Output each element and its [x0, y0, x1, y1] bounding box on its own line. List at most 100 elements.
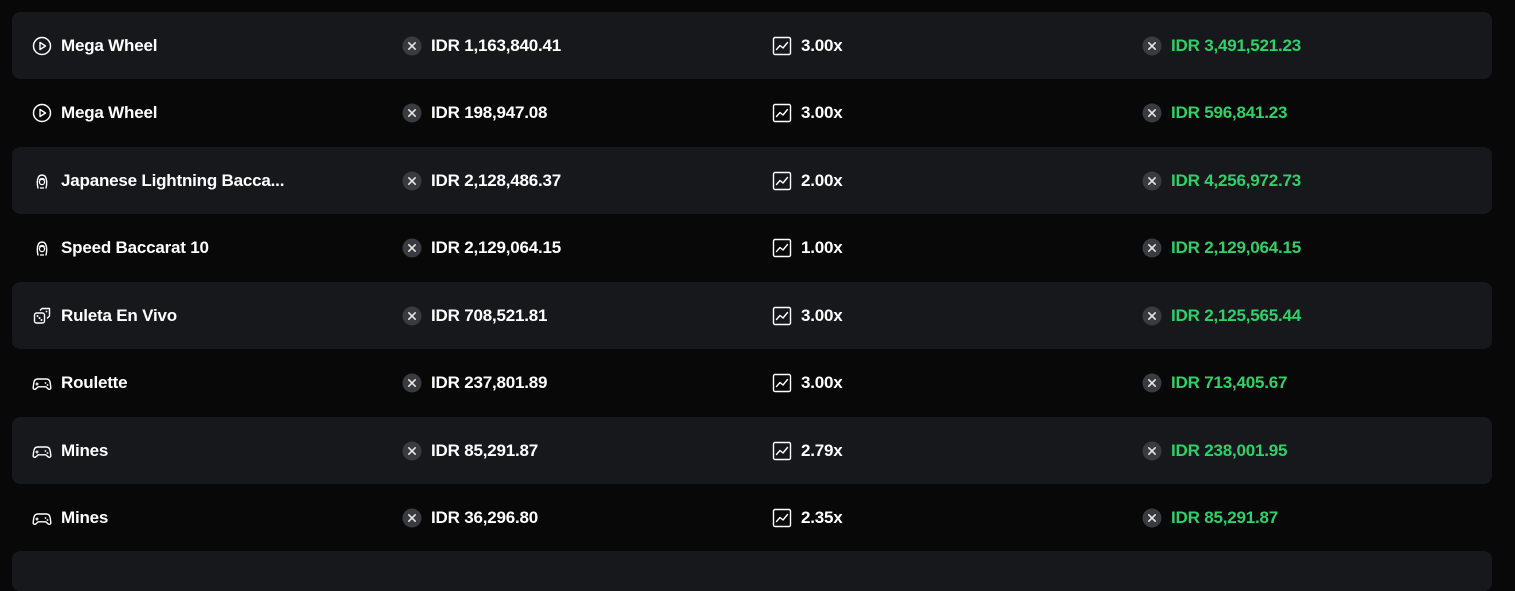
multiplier-value: 3.00x: [801, 103, 843, 122]
multiplier-cell: 3.00x: [772, 12, 843, 79]
bet-amount: IDR 2,129,064.15: [431, 238, 562, 257]
currency-x-icon: [1142, 238, 1162, 258]
bet-amount: IDR 198,947.08: [431, 103, 548, 122]
multiplier-value: 3.00x: [801, 35, 843, 55]
payout-cell: IDR 238,001.95: [1142, 417, 1287, 484]
play-circle-icon: [32, 103, 52, 123]
currency-x-icon: [1142, 36, 1162, 56]
trend-chart-icon: [772, 441, 792, 461]
bet-amount-cell: IDR 1,163,840.41: [402, 12, 561, 79]
payout-amount: IDR 238,001.95: [1171, 440, 1288, 460]
table-row[interactable]: Mega Wheel IDR 198,947.08 3.00x IDR 596,841…: [12, 80, 1492, 147]
currency-x-icon: [1142, 373, 1162, 393]
multiplier-value: 2.79x: [801, 440, 843, 460]
gamepad-icon: [32, 508, 52, 528]
dice-icon: [32, 306, 52, 326]
payout-cell: IDR 85,291.87: [1142, 485, 1278, 552]
multiplier-cell: 3.00x: [772, 80, 843, 147]
trend-chart-icon: [772, 103, 792, 123]
table-row[interactable]: Japanese Lightning Bacca... IDR 2,128,486…: [12, 147, 1492, 214]
table-row[interactable]: Mines IDR 85,291.87 2.79x IDR 238,001.95: [12, 417, 1492, 484]
bet-amount-cell: IDR 708,521.81: [402, 282, 547, 349]
multiplier-value: 2.35x: [801, 508, 843, 527]
currency-x-icon: [1142, 171, 1162, 191]
game-name: Mega Wheel: [61, 35, 158, 55]
payout-amount: IDR 85,291.87: [1171, 508, 1279, 527]
dealer-icon: [32, 171, 52, 191]
payout-amount: IDR 713,405.67: [1171, 373, 1288, 392]
game-name: Mines: [61, 440, 109, 460]
gamepad-icon: [32, 373, 52, 393]
bets-table: Mega Wheel IDR 1,163,840.41 3.00x IDR 3,491…: [12, 12, 1492, 552]
bet-amount-cell: IDR 237,801.89: [402, 350, 547, 417]
bet-amount-cell: IDR 36,296.80: [402, 485, 538, 552]
gamepad-icon: [32, 441, 52, 461]
game-name: Mega Wheel: [61, 103, 158, 122]
table-row[interactable]: Mines IDR 36,296.80 2.35x IDR 85,291.87: [12, 485, 1492, 552]
game-cell[interactable]: Roulette: [32, 350, 128, 417]
game-cell[interactable]: Ruleta En Vivo: [32, 282, 177, 349]
multiplier-value: 3.00x: [801, 305, 843, 325]
play-circle-icon: [32, 36, 52, 56]
table-row[interactable]: Roulette IDR 237,801.89 3.00x IDR 713,405.6…: [12, 350, 1492, 417]
payout-amount: IDR 596,841.23: [1171, 103, 1288, 122]
currency-x-icon: [402, 508, 422, 528]
table-row[interactable]: Ruleta En Vivo IDR 708,521.81 3.00x IDR 2,1…: [12, 282, 1492, 349]
currency-x-icon: [402, 306, 422, 326]
bet-amount: IDR 2,128,486.37: [431, 170, 562, 190]
bet-amount: IDR 708,521.81: [431, 305, 548, 325]
trend-chart-icon: [772, 508, 792, 528]
game-cell[interactable]: Mega Wheel: [32, 12, 157, 79]
trend-chart-icon: [772, 373, 792, 393]
payout-cell: IDR 4,256,972.73: [1142, 147, 1301, 214]
trend-chart-icon: [772, 238, 792, 258]
currency-x-icon: [1142, 441, 1162, 461]
currency-x-icon: [1142, 103, 1162, 123]
game-cell[interactable]: Mines: [32, 417, 108, 484]
multiplier-cell: 2.00x: [772, 147, 843, 214]
multiplier-cell: 2.79x: [772, 417, 843, 484]
currency-x-icon: [1142, 508, 1162, 528]
game-cell[interactable]: Mines: [32, 485, 108, 552]
multiplier-value: 2.00x: [801, 170, 843, 190]
trend-chart-icon: [772, 36, 792, 56]
trend-chart-icon: [772, 171, 792, 191]
dealer-icon: [32, 238, 52, 258]
game-cell[interactable]: Japanese Lightning Bacca...: [32, 147, 284, 214]
bet-amount: IDR 237,801.89: [431, 373, 548, 392]
payout-amount: IDR 4,256,972.73: [1171, 170, 1302, 190]
game-name: Ruleta En Vivo: [61, 305, 177, 325]
bet-amount-cell: IDR 2,128,486.37: [402, 147, 561, 214]
bet-amount: IDR 1,163,840.41: [431, 35, 562, 55]
currency-x-icon: [1142, 306, 1162, 326]
table-row[interactable]: [12, 551, 1492, 591]
currency-x-icon: [402, 441, 422, 461]
payout-cell: IDR 596,841.23: [1142, 80, 1287, 147]
game-cell[interactable]: Mega Wheel: [32, 80, 157, 147]
payout-amount: IDR 2,129,064.15: [1171, 238, 1302, 257]
currency-x-icon: [402, 171, 422, 191]
payout-cell: IDR 3,491,521.23: [1142, 12, 1301, 79]
bet-amount: IDR 36,296.80: [431, 508, 539, 527]
multiplier-cell: 3.00x: [772, 350, 843, 417]
game-cell[interactable]: Speed Baccarat 10: [32, 215, 209, 282]
currency-x-icon: [402, 36, 422, 56]
payout-amount: IDR 3,491,521.23: [1171, 35, 1302, 55]
bet-amount-cell: IDR 2,129,064.15: [402, 215, 561, 282]
bet-amount-cell: IDR 198,947.08: [402, 80, 547, 147]
multiplier-value: 1.00x: [801, 238, 843, 257]
currency-x-icon: [402, 103, 422, 123]
payout-cell: IDR 2,129,064.15: [1142, 215, 1301, 282]
multiplier-cell: 3.00x: [772, 282, 843, 349]
game-name: Speed Baccarat 10: [61, 238, 209, 257]
payout-cell: IDR 2,125,565.44: [1142, 282, 1301, 349]
game-name: Japanese Lightning Bacca...: [61, 170, 285, 190]
table-row[interactable]: Mega Wheel IDR 1,163,840.41 3.00x IDR 3,491…: [12, 12, 1492, 79]
bet-amount-cell: IDR 85,291.87: [402, 417, 538, 484]
table-row[interactable]: Speed Baccarat 10 IDR 2,129,064.15 1.00x ID…: [12, 215, 1492, 282]
game-name: Mines: [61, 508, 109, 527]
multiplier-cell: 2.35x: [772, 485, 843, 552]
game-name: Roulette: [61, 373, 128, 392]
bet-amount: IDR 85,291.87: [431, 440, 539, 460]
trend-chart-icon: [772, 306, 792, 326]
